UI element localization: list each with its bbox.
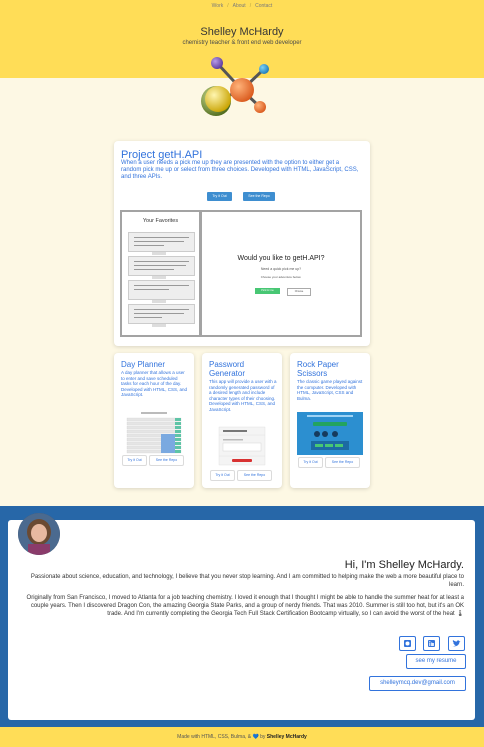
footer-prefix: Made with HTML, CSS, Bulma, & [177,734,252,740]
about-paragraph-intro: Passionate about science, education, and… [30,574,464,588]
github-icon [404,640,411,647]
project-repo-button[interactable]: See the Repo [325,457,360,468]
about-card: Hi, I'm Shelley McHardy. Passionate abou… [8,520,475,720]
favorite-delete [152,324,166,327]
avatar [18,513,60,555]
featured-screenshot[interactable]: Your Favorites Would you like to getH.AP… [120,210,362,337]
favorite-item [128,304,195,324]
about-paragraph-story: Originally from San Francisco, I moved t… [26,595,464,617]
twitter-icon [452,640,461,647]
twitter-button[interactable] [448,636,465,651]
project-try-button[interactable]: Try it Out [122,455,147,466]
project-description: This app will provide a user with a rand… [209,379,277,412]
email-button[interactable]: shelleymcq.dev@gmail.com [369,676,466,691]
featured-repo-button[interactable]: See the Repo [243,192,275,201]
favorite-item [128,280,195,300]
project-title[interactable]: Password Generator [209,360,277,378]
screenshot-subquestion: Need a quick pick me up? [260,267,302,271]
project-try-button[interactable]: Try it Out [210,470,235,481]
screenshot-choose-text: Choose your adventure below. [260,275,302,279]
nav-separator: / [227,3,229,9]
about-greeting: Hi, I'm Shelley McHardy. [344,559,464,571]
project-repo-button[interactable]: See the Repo [149,455,184,466]
screenshot-pick-button: Pick for me [255,288,280,294]
project-card-rock-paper-scissors: Rock Paper Scissors The classic game pla… [290,353,370,488]
favorite-item [128,232,195,252]
github-button[interactable] [399,636,416,651]
favorite-item [128,256,195,276]
nav-about-link[interactable]: About [233,3,246,9]
project-thumbnail[interactable] [121,410,187,456]
footer-by: by [260,734,266,740]
resume-button[interactable]: see my resume [406,654,466,669]
site-tagline: chemistry teacher & front end web develo… [182,40,302,46]
project-description: The classic game played against the comp… [297,379,363,401]
project-repo-button[interactable]: See the Repo [237,470,272,481]
footer-author: Shelley McHardy [266,734,307,740]
site-title: Shelley McHardy [200,26,284,38]
linkedin-icon [428,640,435,647]
nav-separator: / [249,3,252,9]
project-title[interactable]: Day Planner [121,360,189,369]
featured-project-description: When a user needs a pick me up they are … [121,160,359,180]
project-description: A day planner that allows a user to ente… [121,370,188,397]
favorite-delete [152,276,166,279]
project-thumbnail[interactable] [297,412,363,455]
about-section: Hi, I'm Shelley McHardy. Passionate abou… [0,506,484,727]
footer: Made with HTML, CSS, Bulma, & 💙 by Shell… [0,727,484,747]
screenshot-question: Would you like to getH.API? [237,255,325,262]
nav-contact-link[interactable]: Contact [255,3,272,9]
favorite-delete [152,252,166,255]
nav-work-link[interactable]: Work [212,3,224,9]
project-card-day-planner: Day Planner A day planner that allows a … [114,353,194,488]
featured-try-button[interactable]: Try it Out [207,192,232,201]
profile-photo [18,513,60,555]
project-thumbnail[interactable] [209,425,275,467]
linkedin-button[interactable] [423,636,440,651]
featured-project-card: Project getH.API When a user needs a pic… [114,141,370,346]
screenshot-choose-select: Choose [287,288,311,296]
project-try-button[interactable]: Try it Out [298,457,323,468]
top-nav: Work / About / Contact [0,3,484,9]
favorite-delete [152,300,166,303]
geth-api-panel: Would you like to getH.API? Need a quick… [202,212,360,335]
project-title[interactable]: Rock Paper Scissors [297,360,365,378]
molecule-logo-icon [201,57,269,116]
favorites-title: Your Favorites [142,218,179,224]
heart-icon: 💙 [252,734,259,740]
favorites-panel: Your Favorites [122,212,199,335]
project-card-password-generator: Password Generator This app will provide… [202,353,282,488]
